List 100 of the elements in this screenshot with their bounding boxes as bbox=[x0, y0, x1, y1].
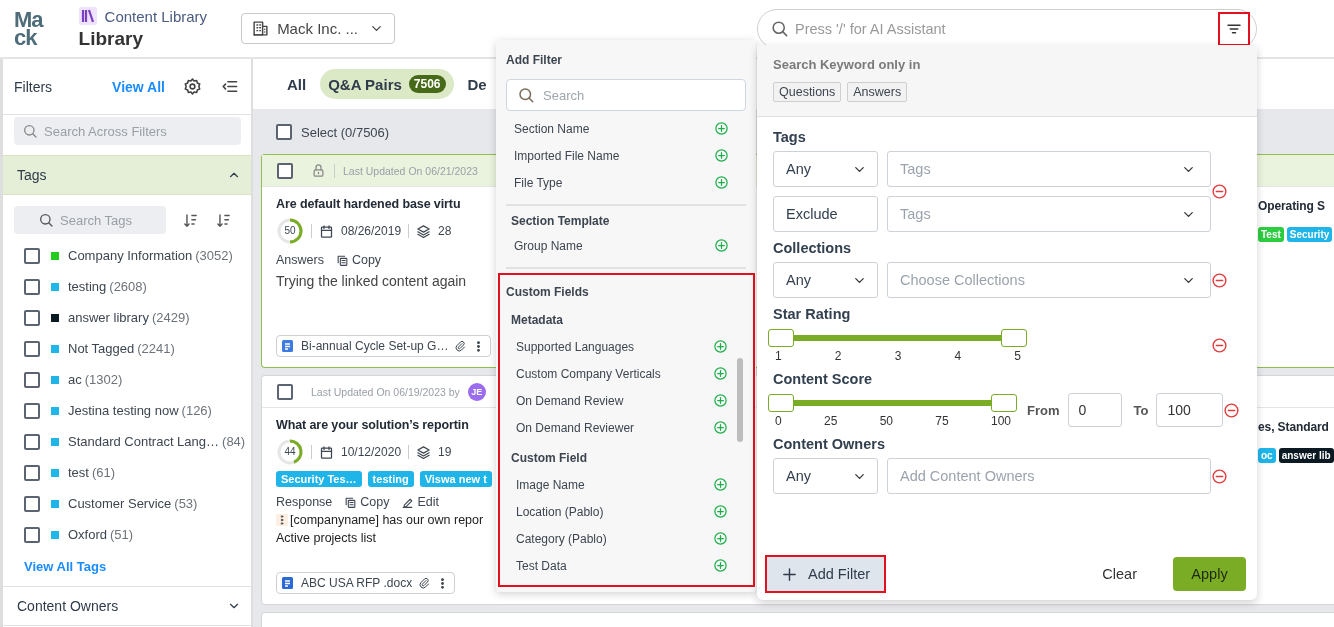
scrollbar-thumb[interactable] bbox=[737, 358, 743, 442]
add-icon[interactable] bbox=[713, 504, 728, 519]
tag-name[interactable]: test bbox=[68, 465, 89, 480]
remove-icon[interactable] bbox=[1211, 337, 1228, 354]
filter-option[interactable]: Custom Company Verticals bbox=[498, 360, 755, 387]
slider-thumb[interactable] bbox=[768, 329, 794, 347]
match-select[interactable]: Any bbox=[773, 262, 878, 298]
scope-chip[interactable]: Answers bbox=[847, 82, 908, 102]
filter-option[interactable]: Category (Pablo) bbox=[498, 525, 755, 552]
tag-name[interactable]: Customer Service bbox=[68, 496, 172, 511]
checkbox[interactable] bbox=[24, 309, 40, 326]
checkbox[interactable] bbox=[24, 278, 40, 295]
tag-name[interactable]: Company Information bbox=[68, 248, 193, 263]
question-title[interactable]: Operating S bbox=[1258, 199, 1334, 213]
to-field[interactable]: 100 bbox=[1156, 393, 1224, 427]
remove-icon[interactable] bbox=[1211, 467, 1228, 485]
copy-button[interactable]: Copy bbox=[344, 495, 390, 509]
checkbox[interactable] bbox=[24, 340, 40, 357]
answer-text: Active projects list bbox=[276, 531, 378, 545]
add-icon[interactable] bbox=[714, 121, 729, 136]
tag-name[interactable]: Not Tagged bbox=[68, 341, 135, 356]
filter-option[interactable]: Supported Languages bbox=[498, 333, 755, 360]
remove-icon[interactable] bbox=[1223, 402, 1241, 419]
tick-label: 0 bbox=[775, 414, 782, 428]
section-header[interactable]: Content Owners bbox=[3, 586, 251, 626]
tab[interactable]: All bbox=[279, 69, 315, 99]
checkbox[interactable] bbox=[277, 383, 293, 400]
filter-option[interactable]: Image Name bbox=[498, 471, 755, 498]
attachment-chip[interactable]: Bi-annual Cycle Set-up G… bbox=[276, 335, 492, 357]
add-icon[interactable] bbox=[714, 175, 729, 190]
tag-name[interactable]: Standard Contract Lang… bbox=[68, 434, 220, 449]
add-icon[interactable] bbox=[714, 148, 729, 163]
apply-button[interactable]: Apply bbox=[1173, 557, 1246, 591]
add-icon[interactable] bbox=[713, 339, 728, 354]
tag-name[interactable]: Oxford bbox=[68, 527, 107, 542]
match-select[interactable]: Any bbox=[773, 151, 878, 187]
filter-option[interactable]: Location (Pablo) bbox=[498, 498, 755, 525]
sort-icon[interactable] bbox=[182, 211, 199, 229]
remove-icon[interactable] bbox=[1211, 183, 1228, 200]
last-updated-text: Last Updated On 06/19/2023 by bbox=[311, 385, 460, 398]
filter-option[interactable]: On Demand Review bbox=[498, 387, 755, 414]
checkbox[interactable] bbox=[277, 162, 293, 179]
filter-option[interactable]: Imported File Name bbox=[506, 142, 746, 169]
add-icon[interactable] bbox=[713, 531, 728, 546]
copy-button[interactable]: Copy bbox=[335, 253, 382, 267]
filter-option[interactable]: Section Name bbox=[506, 115, 746, 142]
add-icon[interactable] bbox=[713, 477, 728, 492]
slider-thumb[interactable] bbox=[991, 394, 1017, 412]
add-icon[interactable] bbox=[713, 366, 728, 381]
section-title: Content Score bbox=[773, 371, 874, 387]
add-filter-button[interactable]: Add Filter bbox=[767, 557, 885, 591]
tag[interactable]: answer lib bbox=[1278, 448, 1334, 463]
checkbox[interactable] bbox=[24, 495, 40, 512]
tab[interactable]: De bbox=[459, 69, 495, 99]
filter-button[interactable] bbox=[1220, 13, 1248, 44]
question-title[interactable]: es, Standard bbox=[1258, 420, 1334, 434]
date-text: 10/12/2020 bbox=[341, 445, 402, 459]
panel-title: Filters bbox=[14, 78, 54, 95]
settings-icon[interactable] bbox=[183, 77, 202, 96]
filter-option[interactable]: Test Data bbox=[498, 552, 755, 579]
slider-thumb[interactable] bbox=[768, 394, 794, 412]
filter-option[interactable]: On Demand Reviewer bbox=[498, 414, 755, 441]
subgroup-title: Custom Field bbox=[510, 450, 588, 467]
from-field[interactable]: 0 bbox=[1067, 393, 1122, 427]
filter-option[interactable]: File Type bbox=[506, 169, 746, 196]
tag-name[interactable]: Jestina testing now bbox=[68, 403, 179, 418]
question-title[interactable]: What are your solution’s reportin bbox=[276, 418, 494, 432]
tag-name[interactable]: ac bbox=[68, 372, 82, 387]
checkbox[interactable] bbox=[24, 526, 40, 543]
attachment-chip[interactable]: ABC USA RFP .docx bbox=[276, 572, 456, 594]
sort-icon[interactable] bbox=[215, 211, 232, 229]
checkbox[interactable] bbox=[24, 247, 40, 264]
scope-chip[interactable]: Questions bbox=[773, 82, 842, 102]
logo: Ma ck bbox=[14, 10, 43, 47]
section-header[interactable]: Tags bbox=[3, 155, 251, 195]
add-icon[interactable] bbox=[713, 420, 728, 435]
match-select[interactable]: Any bbox=[773, 458, 878, 494]
breadcrumb-link[interactable]: Content Library bbox=[104, 7, 208, 25]
remove-icon[interactable] bbox=[1211, 271, 1228, 289]
add-icon[interactable] bbox=[713, 393, 728, 408]
tag-name[interactable]: answer library bbox=[68, 310, 149, 325]
add-icon[interactable] bbox=[713, 558, 728, 573]
tab[interactable]: Q&A Pairs 7506 bbox=[320, 69, 454, 99]
paperclip-icon[interactable] bbox=[454, 340, 467, 352]
mode-field[interactable]: Exclude bbox=[773, 196, 878, 232]
company-select[interactable]: Mack Inc. ... bbox=[241, 13, 396, 44]
filter-option[interactable]: Group Name bbox=[506, 232, 746, 259]
tag-name[interactable]: testing bbox=[68, 279, 107, 294]
clear-button[interactable]: Clear bbox=[1096, 565, 1143, 583]
checkbox[interactable] bbox=[24, 371, 40, 388]
question-title[interactable]: Are default hardened base virtu bbox=[276, 197, 494, 211]
checkbox[interactable] bbox=[24, 402, 40, 419]
checkbox[interactable] bbox=[24, 433, 40, 450]
edit-button[interactable]: Edit bbox=[401, 495, 440, 509]
add-icon[interactable] bbox=[714, 238, 729, 253]
paperclip-icon[interactable] bbox=[418, 577, 431, 589]
checkbox[interactable] bbox=[24, 464, 40, 481]
checkbox[interactable] bbox=[276, 124, 292, 140]
search-icon bbox=[770, 19, 789, 38]
slider-thumb[interactable] bbox=[1001, 329, 1027, 347]
